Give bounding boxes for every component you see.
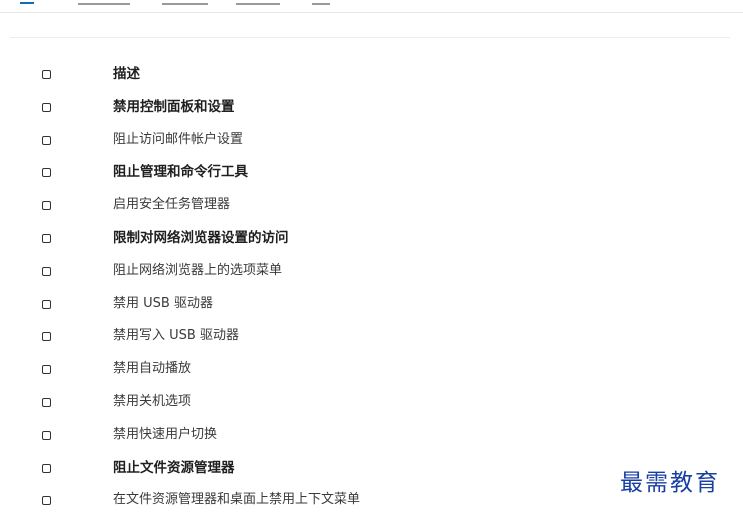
tab-partial-2[interactable]: [78, 3, 130, 5]
policy-label: 禁用快速用户切换: [113, 426, 218, 442]
policy-row[interactable]: 阻止管理和命令行工具: [10, 157, 730, 190]
policy-label: 启用安全任务管理器: [113, 197, 231, 213]
policy-row[interactable]: 限制对网络浏览器设置的访问: [10, 223, 730, 256]
tab-partial-4[interactable]: [236, 3, 280, 5]
watermark-logo: 最需教育: [620, 470, 720, 496]
policy-checkbox[interactable]: [42, 168, 51, 178]
policy-checkbox[interactable]: [42, 201, 51, 211]
policy-checkbox[interactable]: [42, 102, 51, 112]
policy-checkbox[interactable]: [42, 365, 51, 375]
policy-row[interactable]: 描述: [10, 59, 730, 92]
policy-checkbox[interactable]: [42, 299, 51, 309]
policy-checkbox[interactable]: [42, 332, 51, 342]
policy-checkbox[interactable]: [42, 266, 51, 276]
policy-label: 阻止文件资源管理器: [113, 459, 235, 476]
policy-row[interactable]: 禁用写入 USB 驱动器: [10, 321, 730, 354]
policy-label: 阻止访问邮件帐户设置: [113, 131, 244, 147]
policy-row[interactable]: 禁用控制面板和设置: [10, 92, 730, 125]
policy-checkbox[interactable]: [42, 233, 51, 243]
policy-checkbox[interactable]: [42, 463, 51, 473]
policy-list: 描述 禁用控制面板和设置 阻止访问邮件帐户设置 阻止管理和命令行工具 启用安全任…: [10, 59, 730, 518]
policy-label: 禁用写入 USB 驱动器: [113, 328, 239, 344]
tab-active-indicator[interactable]: [20, 2, 34, 4]
policy-panel: 描述 禁用控制面板和设置 阻止访问邮件帐户设置 阻止管理和命令行工具 启用安全任…: [10, 37, 730, 514]
policy-label: 禁用 USB 驱动器: [113, 295, 213, 311]
policy-label: 禁用控制面板和设置: [113, 98, 235, 115]
policy-row[interactable]: 启用安全任务管理器: [10, 190, 730, 223]
policy-row[interactable]: 禁用关机选项: [10, 387, 730, 420]
policy-label: 禁用自动播放: [113, 361, 192, 377]
policy-row[interactable]: 阻止网络浏览器上的选项菜单: [10, 256, 730, 289]
policy-checkbox[interactable]: [42, 70, 51, 79]
policy-checkbox[interactable]: [42, 496, 51, 506]
policy-row[interactable]: 禁用自动播放: [10, 354, 730, 387]
policy-label: 阻止管理和命令行工具: [113, 164, 248, 181]
policy-row[interactable]: 阻止访问邮件帐户设置: [10, 125, 730, 158]
tab-partial-3[interactable]: [162, 3, 208, 5]
policy-row[interactable]: 禁用 USB 驱动器: [10, 289, 730, 322]
policy-label: 描述: [113, 66, 140, 82]
policy-label: 在文件资源管理器和桌面上禁用上下文菜单: [113, 492, 361, 508]
policy-label: 阻止网络浏览器上的选项菜单: [113, 262, 283, 278]
policy-label: 禁用关机选项: [113, 393, 192, 409]
tab-partial-5[interactable]: [312, 3, 330, 5]
tab-bar: [0, 0, 743, 13]
policy-checkbox[interactable]: [42, 397, 51, 407]
policy-checkbox[interactable]: [42, 430, 51, 440]
policy-label: 限制对网络浏览器设置的访问: [113, 229, 289, 246]
policy-row[interactable]: 禁用快速用户切换: [10, 420, 730, 453]
policy-checkbox[interactable]: [42, 135, 51, 145]
